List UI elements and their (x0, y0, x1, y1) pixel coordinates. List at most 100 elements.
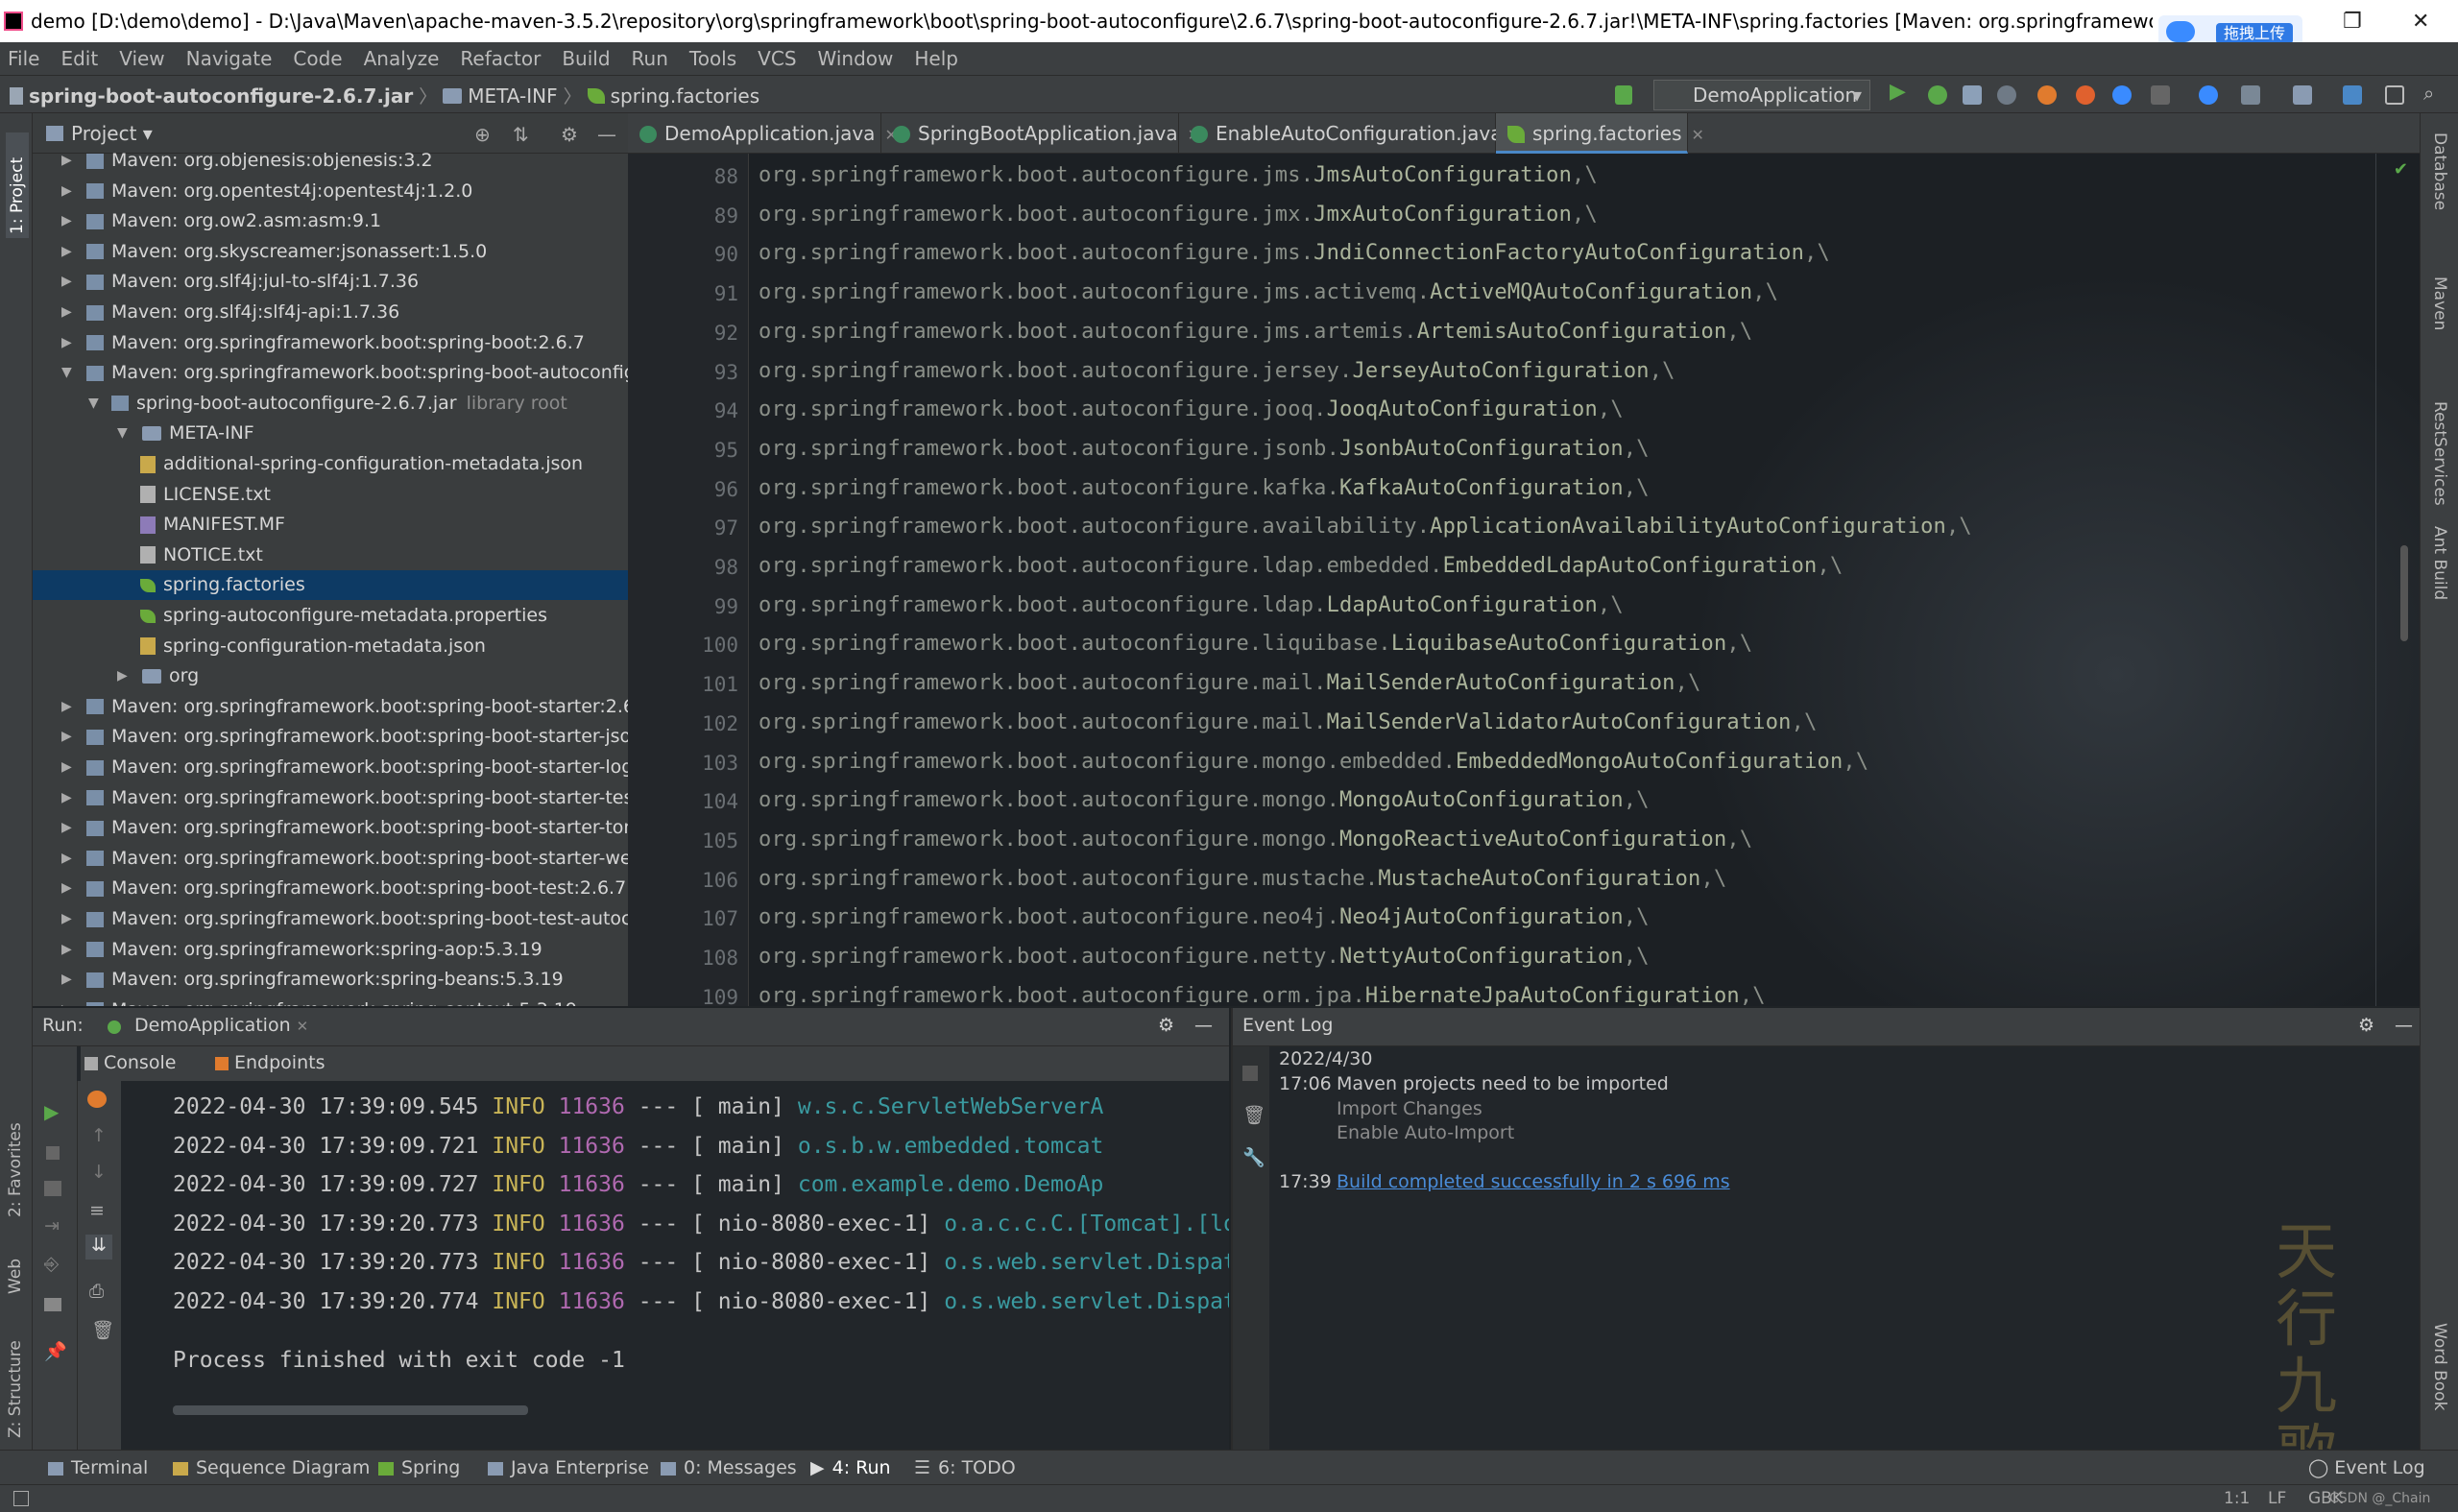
structure-tool-tab[interactable]: Z: Structure (6, 1313, 25, 1438)
tree-item[interactable]: ▶ Maven: org.springframework:spring-beans… (33, 965, 628, 995)
tips-icon[interactable] (2199, 85, 2218, 105)
chevron-right-icon[interactable]: ▶ (61, 783, 72, 813)
camera-icon[interactable] (44, 1181, 61, 1196)
print-icon[interactable]: ⎙ (89, 1281, 104, 1302)
minimize-icon[interactable]: — (597, 123, 616, 146)
tree-item[interactable]: ▶ Maven: org.slf4j:slf4j-api:1.7.36 (33, 298, 628, 327)
minimize-icon[interactable]: — (1194, 1015, 1213, 1036)
plugin-icon[interactable] (2037, 85, 2057, 105)
run-config-tab[interactable]: DemoApplication ✕ (134, 1015, 308, 1036)
tree-item[interactable]: spring-autoconfigure-metadata.properties (33, 601, 628, 631)
import-changes-link[interactable]: Import Changes (1337, 1098, 1482, 1119)
tab-console[interactable]: Console (84, 1052, 176, 1073)
code-line[interactable]: org.springframework.boot.autoconfigure.l… (759, 632, 1752, 656)
restore-layout-icon[interactable]: ⎆ (44, 1254, 59, 1275)
java-enterprise-tab[interactable]: Java Enterprise (488, 1457, 649, 1478)
menu-refactor[interactable]: Refactor (460, 47, 541, 70)
event-log-tab[interactable]: ◯ Event Log (2308, 1457, 2425, 1478)
endpoint-icon[interactable] (87, 1091, 107, 1108)
code-line[interactable]: org.springframework.boot.autoconfigure.j… (759, 163, 1598, 187)
layout-icon[interactable] (44, 1298, 61, 1311)
close-tab-icon[interactable]: ✕ (1692, 126, 1704, 144)
database-tool-tab[interactable]: Database (2430, 132, 2449, 248)
run-configuration-select[interactable]: DemoApplication ▾ (1653, 80, 1870, 110)
menu-help[interactable]: Help (914, 47, 958, 70)
enable-auto-import-link[interactable]: Enable Auto-Import (1337, 1122, 1514, 1143)
menu-build[interactable]: Build (562, 47, 610, 70)
tree-item[interactable]: ▶ Maven: org.springframework.boot:spring-… (33, 722, 628, 752)
code-line[interactable]: org.springframework.boot.autoconfigure.j… (759, 280, 1778, 304)
chevron-right-icon[interactable]: ▶ (61, 813, 72, 843)
tab-demo-application[interactable]: DemoApplication.java ✕ (628, 113, 898, 154)
stop-icon[interactable] (2151, 85, 2170, 105)
build-completed-link[interactable]: Build completed successfully in 2 s 696 … (1337, 1171, 1730, 1192)
project-panel-title[interactable]: Project ▾ (71, 122, 153, 145)
tree-item[interactable]: additional-spring-configuration-metadata… (33, 449, 628, 479)
code-line[interactable]: org.springframework.boot.autoconfigure.n… (759, 905, 1650, 929)
code-line[interactable]: org.springframework.boot.autoconfigure.m… (759, 671, 1701, 695)
chevron-right-icon[interactable]: ▶ (61, 844, 72, 874)
code-line[interactable]: org.springframework.boot.autoconfigure.j… (759, 320, 1752, 344)
tree-item[interactable]: ▼ spring-boot-autoconfigure-2.6.7.jar libr… (33, 389, 628, 419)
arrow-up-icon[interactable]: ↑ (91, 1125, 107, 1146)
chevron-right-icon[interactable]: ▶ (61, 177, 72, 206)
run-icon[interactable]: ▶ (1890, 80, 1906, 104)
chevron-right-icon[interactable]: ▶ (61, 874, 72, 903)
chevron-right-icon[interactable]: ▶ (61, 904, 72, 934)
menu-tools[interactable]: Tools (689, 47, 736, 70)
menu-run[interactable]: Run (632, 47, 668, 70)
trash-icon[interactable]: 🗑 (1242, 1104, 1265, 1126)
run-tab[interactable]: ▶ 4: Run (810, 1457, 891, 1478)
scroll-to-end-icon[interactable]: ⇊ (85, 1235, 112, 1260)
code-line[interactable]: org.springframework.boot.autoconfigure.k… (759, 476, 1650, 500)
tree-item[interactable]: ▶ Maven: org.ow2.asm:asm:9.1 (33, 206, 628, 236)
breadcrumb-jar[interactable]: spring-boot-autoconfigure-2.6.7.jar (29, 84, 413, 108)
tree-item[interactable]: ▶ Maven: org.springframework.boot:spring-… (33, 844, 628, 874)
tree-item[interactable]: ▶ Maven: org.springframework.boot:spring-… (33, 904, 628, 934)
tree-item[interactable]: ▶ Maven: org.springframework.boot:spring-… (33, 753, 628, 782)
chevron-right-icon[interactable]: ▶ (61, 722, 72, 752)
chevron-right-icon[interactable]: ▶ (61, 146, 72, 176)
stop-icon[interactable] (46, 1146, 60, 1160)
breadcrumb-file[interactable]: spring.factories (611, 84, 760, 108)
gear-icon[interactable]: ⚙ (561, 123, 578, 146)
wordbook-tool-tab[interactable]: Word Book (2430, 1323, 2449, 1448)
tree-item[interactable]: ▼ Maven: org.springframework.boot:spring-… (33, 358, 628, 388)
profile-icon[interactable] (1997, 85, 2016, 105)
pin-icon[interactable]: 📌 (44, 1340, 67, 1362)
caret-position[interactable]: 1:1 (2224, 1489, 2250, 1508)
menu-analyze[interactable]: Analyze (364, 47, 440, 70)
favorites-tool-tab[interactable]: 2: Favorites (6, 1083, 25, 1217)
code-line[interactable]: org.springframework.boot.autoconfigure.l… (759, 554, 1843, 578)
plugin-2-icon[interactable] (2076, 85, 2095, 105)
exit-icon[interactable]: ⇥ (44, 1215, 60, 1236)
locate-target-icon[interactable]: ⊕ (474, 123, 491, 146)
code-line[interactable]: org.springframework.boot.autoconfigure.m… (759, 867, 1726, 891)
chevron-right-icon[interactable]: ▶ (61, 935, 72, 965)
vcs-icon[interactable] (2241, 85, 2260, 105)
chevron-right-icon[interactable]: ▶ (61, 692, 72, 722)
sequence-diagram-tab[interactable]: Sequence Diagram (173, 1457, 370, 1478)
baidu-upload-widget[interactable]: 拖拽上传 (2158, 15, 2302, 42)
code-line[interactable]: org.springframework.boot.autoconfigure.j… (759, 437, 1650, 461)
build-hammer-icon[interactable] (1615, 85, 1632, 105)
tree-item[interactable]: ▶ Maven: org.slf4j:jul-to-slf4j:1.7.36 (33, 267, 628, 297)
code-line[interactable]: org.springframework.boot.autoconfigure.m… (759, 710, 1818, 734)
editor-scrollbar[interactable] (2400, 545, 2408, 641)
tree-item[interactable]: ▶ Maven: org.springframework.boot:spring-… (33, 692, 628, 722)
upload-label[interactable]: 拖拽上传 (2216, 23, 2293, 42)
code-line[interactable]: org.springframework.boot.autoconfigure.m… (759, 788, 1650, 812)
code-line[interactable]: org.springframework.boot.autoconfigure.j… (759, 203, 1598, 227)
tree-item[interactable]: ▶ Maven: org.springframework:spring-aop:5… (33, 935, 628, 965)
maven-tool-tab[interactable]: Maven (2430, 276, 2449, 372)
tree-item[interactable]: spring.factories (33, 570, 628, 601)
tree-item[interactable]: ▶ Maven: org.springframework.boot:spring-… (33, 783, 628, 813)
line-separator[interactable]: LF (2268, 1489, 2286, 1508)
tab-springbootapplication[interactable]: SpringBootApplication.java✕ (881, 113, 1200, 154)
chevron-right-icon[interactable]: ▶ (61, 996, 72, 1006)
menu-view[interactable]: View (119, 47, 164, 70)
chevron-right-icon[interactable]: ▶ (61, 753, 72, 782)
spring-tab[interactable]: Spring (378, 1457, 460, 1478)
tree-item[interactable]: spring-configuration-metadata.json (33, 632, 628, 661)
chevron-down-icon[interactable]: ▼ (117, 419, 128, 448)
